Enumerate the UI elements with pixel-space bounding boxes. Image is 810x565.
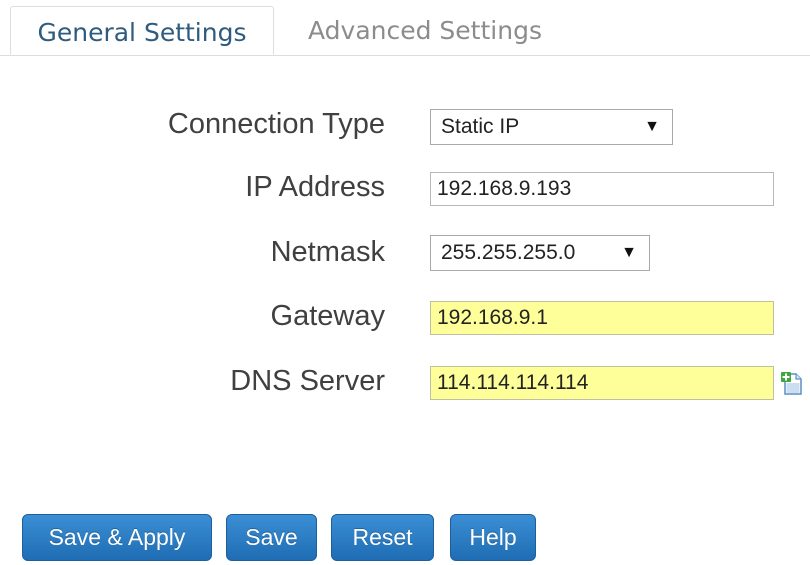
settings-tabs: General Settings Advanced Settings <box>0 0 810 56</box>
gateway-label: Gateway <box>270 300 385 332</box>
ip-address-input[interactable] <box>430 172 774 206</box>
save-button[interactable]: Save <box>226 514 317 561</box>
dropdown-arrow-icon: ▼ <box>621 244 637 261</box>
connection-type-label: Connection Type <box>167 108 385 140</box>
netmask-label: Netmask <box>270 236 385 268</box>
add-document-icon[interactable] <box>780 371 806 397</box>
dropdown-arrow-icon: ▼ <box>644 118 660 135</box>
reset-button[interactable]: Reset <box>331 514 434 561</box>
tab-advanced-settings[interactable]: Advanced Settings <box>308 6 542 55</box>
ip-address-label: IP Address <box>245 171 385 203</box>
tab-divider <box>0 55 810 56</box>
netmask-value: 255.255.255.0 <box>441 241 576 264</box>
dns-server-input[interactable] <box>430 366 774 400</box>
connection-type-select[interactable]: Static IP ▼ <box>430 109 673 145</box>
dns-server-label: DNS Server <box>230 365 385 397</box>
tab-general-settings[interactable]: General Settings <box>10 6 274 55</box>
connection-type-value: Static IP <box>441 115 520 138</box>
help-button[interactable]: Help <box>450 514 536 561</box>
gateway-input[interactable] <box>430 301 774 335</box>
save-apply-button[interactable]: Save & Apply <box>22 514 212 561</box>
netmask-select[interactable]: 255.255.255.0 ▼ <box>430 235 650 271</box>
